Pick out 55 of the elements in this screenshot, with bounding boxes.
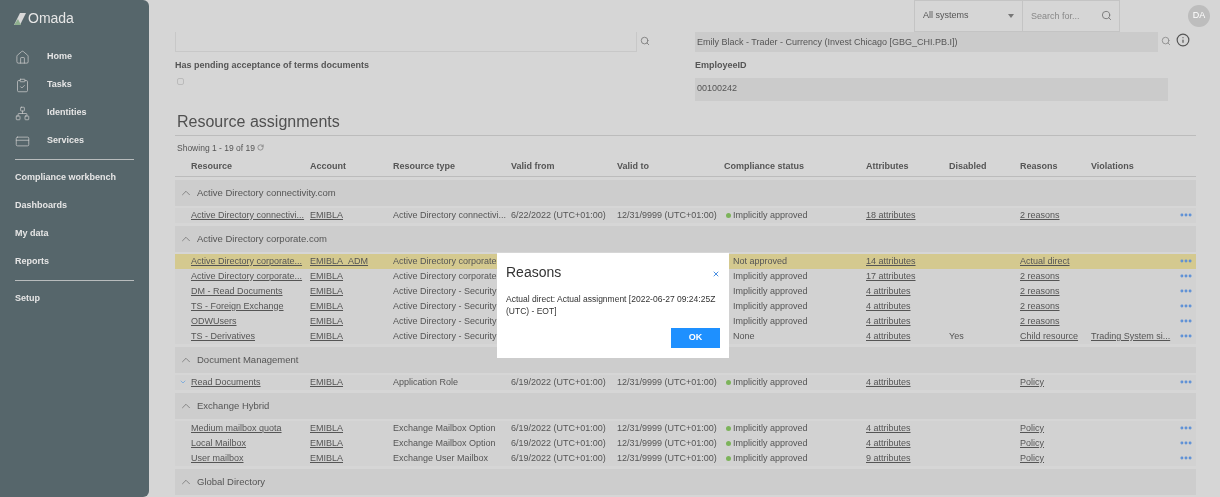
column-header: Attributes [866, 160, 909, 171]
table-cell: 12/31/9999 (UTC+01:00) [617, 376, 717, 387]
table-cell: Active Directory - Security [393, 300, 497, 311]
group-title: Active Directory connectivity.com [197, 185, 336, 200]
table-cell-text: Not approved [733, 254, 788, 268]
dialog-title: Reasons [506, 263, 562, 282]
column-header: Account [310, 160, 346, 171]
table-cell: 12/31/9999 (UTC+01:00) [617, 209, 717, 220]
table-cell: Active Directory - Security [393, 330, 497, 341]
column-header: Compliance status [724, 160, 805, 171]
brand-name: Omada [28, 9, 74, 28]
column-header: Resource [191, 160, 233, 171]
field-label: Has pending acceptance of terms documents [175, 59, 371, 73]
column-header: Reasons [1020, 160, 1058, 171]
table-cell: 6/19/2022 (UTC+01:00) [511, 452, 606, 463]
table-cell-text: Implicitly approved [733, 436, 808, 450]
table-cell: Active Directory connectivi... [393, 209, 507, 220]
table-cell: Active Directory corporate [393, 270, 497, 281]
column-header: Violations [1091, 160, 1134, 171]
table-cell-text: None [733, 329, 755, 343]
table-cell: Exchange Mailbox Option [393, 422, 496, 433]
table-cell: 6/19/2022 (UTC+01:00) [511, 422, 606, 433]
column-header: Resource type [393, 160, 456, 171]
table-cell: 12/31/9999 (UTC+01:00) [617, 437, 717, 448]
column-header: Valid from [511, 160, 555, 171]
table-cell-text: Implicitly approved [733, 421, 808, 435]
field-label: EmployeeID [695, 59, 748, 73]
column-header: Valid to [617, 160, 649, 171]
group-title: Exchange Hybrid [197, 398, 270, 413]
group-title: Document Management [197, 352, 299, 367]
table-cell-text: Implicitly approved [733, 375, 808, 389]
table-cell: Exchange Mailbox Option [393, 437, 496, 448]
table-cell: 6/22/2022 (UTC+01:00) [511, 209, 606, 220]
section-title: Resource assignments [177, 112, 340, 130]
group-title: Active Directory corporate.com [197, 231, 327, 246]
table-cell-text: Implicitly approved [733, 208, 808, 222]
table-cell-text: Implicitly approved [733, 284, 808, 298]
table-cell: Active Directory - Security [393, 285, 497, 296]
table-cell-text: Implicitly approved [733, 451, 808, 465]
table-cell: Application Role [393, 376, 459, 387]
table-cell-text: Implicitly approved [733, 314, 808, 328]
table-cell-text: Implicitly approved [733, 269, 808, 283]
dialog-message: Actual direct: Actual assignment [2022-06-27 09:24:25Z (UTC) - EOT] [506, 293, 717, 317]
table-cell: Yes [949, 330, 964, 341]
table-cell-text: Implicitly approved [733, 299, 808, 313]
table-cell: Active Directory corporate [393, 255, 497, 266]
table-cell: Active Directory - Security [393, 315, 497, 326]
result-count: Showing 1 - 19 of 19 [177, 141, 255, 155]
table-cell: 12/31/9999 (UTC+01:00) [617, 452, 717, 463]
table-cell: 6/19/2022 (UTC+01:00) [511, 437, 606, 448]
table-cell: 6/19/2022 (UTC+01:00) [511, 376, 606, 387]
table-cell: Exchange User Mailbox [393, 452, 489, 463]
table-cell: 12/31/9999 (UTC+01:00) [617, 422, 717, 433]
group-title: Global Directory [197, 474, 266, 489]
column-header: Disabled [949, 160, 987, 171]
